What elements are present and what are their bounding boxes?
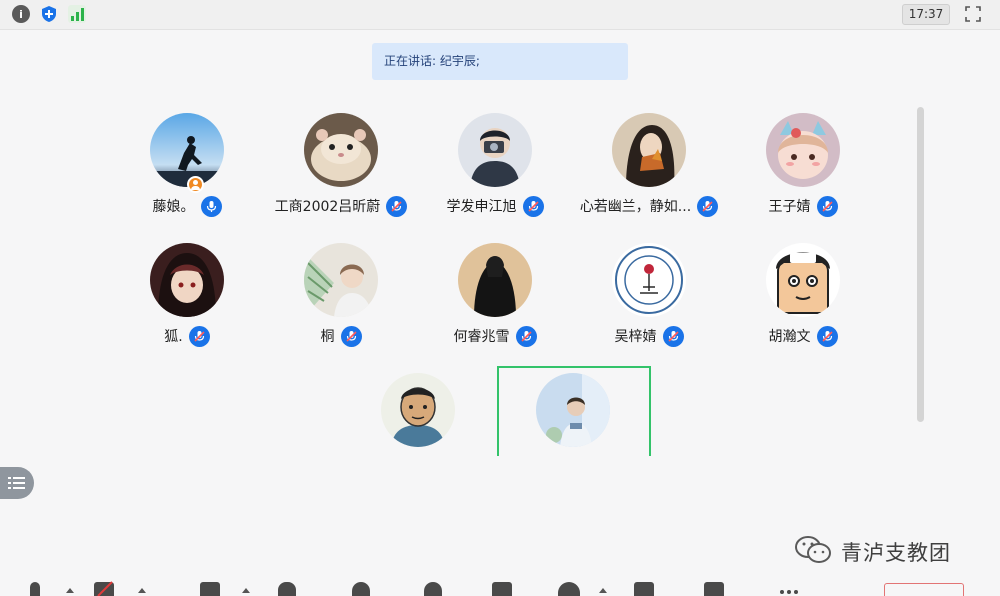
meeting-toolbar [0, 580, 1000, 596]
info-icon[interactable]: i [12, 5, 30, 23]
record-icon[interactable] [558, 580, 584, 596]
participant-name: 桐 [320, 329, 335, 345]
mic-off-icon[interactable] [188, 325, 210, 347]
list-view-icon[interactable] [0, 467, 34, 499]
avatar [536, 373, 610, 447]
participant-tile[interactable]: 狐. [110, 243, 264, 363]
avatar [612, 113, 686, 187]
chevron-up-icon[interactable] [66, 588, 74, 593]
participant-tile[interactable]: 心若幽兰，静如... [572, 113, 726, 233]
speaking-indicator: 正在讲话: 纪宇辰; [372, 43, 628, 80]
signal-icon[interactable] [68, 5, 86, 23]
mic-off-icon[interactable] [816, 195, 838, 217]
chevron-up-icon[interactable] [599, 588, 607, 593]
apps-icon[interactable] [634, 580, 660, 596]
participant-tile[interactable]: 工商2002吕昕蔚 [264, 113, 418, 233]
participant-name: 胡瀚文 [768, 329, 811, 345]
avatar [150, 113, 224, 187]
more-icon[interactable] [778, 580, 804, 596]
participant-name: 学发申江旭 [446, 199, 517, 215]
fullscreen-icon[interactable] [964, 5, 982, 23]
chevron-up-icon[interactable] [242, 588, 250, 593]
mic-icon[interactable] [26, 580, 52, 596]
participant-tile[interactable]: 桐 [264, 243, 418, 363]
participant-name: 工商2002吕昕蔚 [274, 199, 381, 215]
participant-name: 藤娘。 [152, 199, 195, 215]
participant-name: 何睿兆雪 [453, 329, 510, 345]
avatar [304, 113, 378, 187]
avatar [766, 243, 840, 317]
mic-off-icon[interactable] [522, 195, 544, 217]
wechat-icon [793, 535, 833, 569]
avatar [150, 243, 224, 317]
mic-off-icon[interactable] [386, 195, 408, 217]
avatar [458, 113, 532, 187]
mic-off-icon[interactable] [697, 195, 719, 217]
avatar [612, 243, 686, 317]
watermark-text: 青泸支教团 [841, 541, 951, 565]
avatar [381, 373, 455, 447]
mic-off-icon[interactable] [816, 325, 838, 347]
video-play-icon[interactable] [704, 580, 730, 596]
participant-name: 吴梓婧 [614, 329, 657, 345]
security-icon[interactable] [278, 580, 304, 596]
chat-icon[interactable] [492, 580, 518, 596]
participant-tile[interactable]: 胡瀚文 [726, 243, 880, 363]
end-meeting-button[interactable] [884, 583, 964, 596]
mic-icon[interactable] [200, 195, 222, 217]
invite-icon[interactable] [424, 580, 450, 596]
mic-off-icon[interactable] [662, 325, 684, 347]
shield-icon[interactable] [40, 5, 58, 23]
participant-tile[interactable] [341, 373, 495, 493]
top-bar: i 17:37 [0, 0, 1000, 30]
participants-icon[interactable] [352, 580, 378, 596]
share-icon[interactable] [200, 580, 226, 596]
participant-name: 王子婧 [768, 199, 811, 215]
participant-name: 狐. [164, 329, 183, 345]
host-badge [187, 176, 204, 193]
avatar [766, 113, 840, 187]
chevron-up-icon[interactable] [138, 588, 146, 593]
participant-tile[interactable]: 何睿兆雪 [418, 243, 572, 363]
participant-tile[interactable]: 吴梓婧 [572, 243, 726, 363]
participant-tile[interactable]: 王子婧 [726, 113, 880, 233]
participant-tile[interactable] [496, 373, 650, 493]
mic-off-icon[interactable] [515, 325, 537, 347]
mic-off-icon[interactable] [340, 325, 362, 347]
participant-tile[interactable]: 学发申江旭 [418, 113, 572, 233]
avatar [304, 243, 378, 317]
participant-tile[interactable]: 藤娘。 [110, 113, 264, 233]
wechat-watermark: 青泸支教团 [793, 535, 951, 569]
participants-scrollbar[interactable] [917, 107, 924, 422]
camera-off-icon[interactable] [94, 580, 120, 596]
participant-name: 心若幽兰，静如... [579, 199, 692, 215]
meeting-clock: 17:37 [902, 4, 950, 25]
avatar [458, 243, 532, 317]
